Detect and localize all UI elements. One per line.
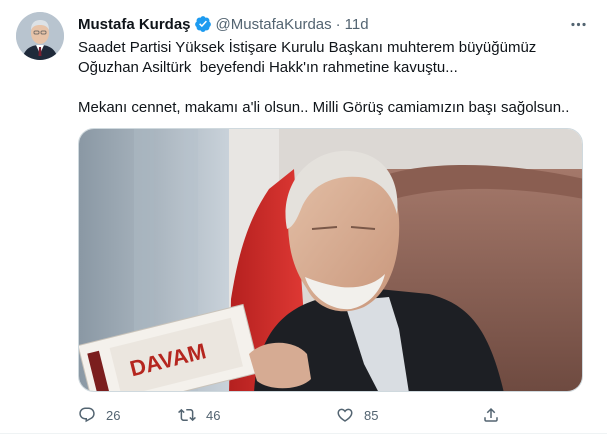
- author-handle[interactable]: @MustafaKurdas: [216, 16, 332, 33]
- tweet-card[interactable]: Mustafa Kurdaş @MustafaKurdas · 11d Saad…: [0, 0, 607, 434]
- retweet-count: 46: [206, 407, 221, 423]
- author-name[interactable]: Mustafa Kurdaş: [78, 16, 191, 33]
- tweet-media-photo[interactable]: DAVAM: [78, 128, 583, 392]
- tweet-actions: 26 46 85: [78, 404, 508, 426]
- separator-dot: ·: [335, 15, 341, 33]
- reply-count: 26: [106, 407, 121, 423]
- verified-badge-icon: [194, 15, 212, 33]
- share-icon: [484, 407, 498, 422]
- retweet-button[interactable]: 46: [178, 406, 220, 424]
- reply-button[interactable]: 26: [78, 406, 120, 424]
- tweet-header: Mustafa Kurdaş @MustafaKurdas · 11d: [78, 14, 369, 34]
- tweet-text: Saadet Partisi Yüksek İstişare Kurulu Ba…: [78, 38, 593, 118]
- more-options-icon[interactable]: [567, 14, 589, 34]
- tweet-text-line: Mekanı cennet, makamı a'li olsun.. Milli…: [78, 99, 570, 116]
- heart-icon: [337, 408, 353, 422]
- reply-icon: [79, 407, 95, 423]
- tweet-text-line: Oğuzhan Asiltürk beyefendi Hakk'ın rahme…: [78, 59, 458, 76]
- like-button[interactable]: 85: [336, 406, 378, 424]
- tweet-text-line: Saadet Partisi Yüksek İstişare Kurulu Ba…: [78, 39, 537, 56]
- share-button[interactable]: [482, 406, 500, 424]
- avatar[interactable]: [16, 12, 64, 60]
- tweet-timestamp[interactable]: 11d: [345, 16, 369, 33]
- retweet-icon: [178, 408, 196, 422]
- like-count: 85: [364, 407, 379, 423]
